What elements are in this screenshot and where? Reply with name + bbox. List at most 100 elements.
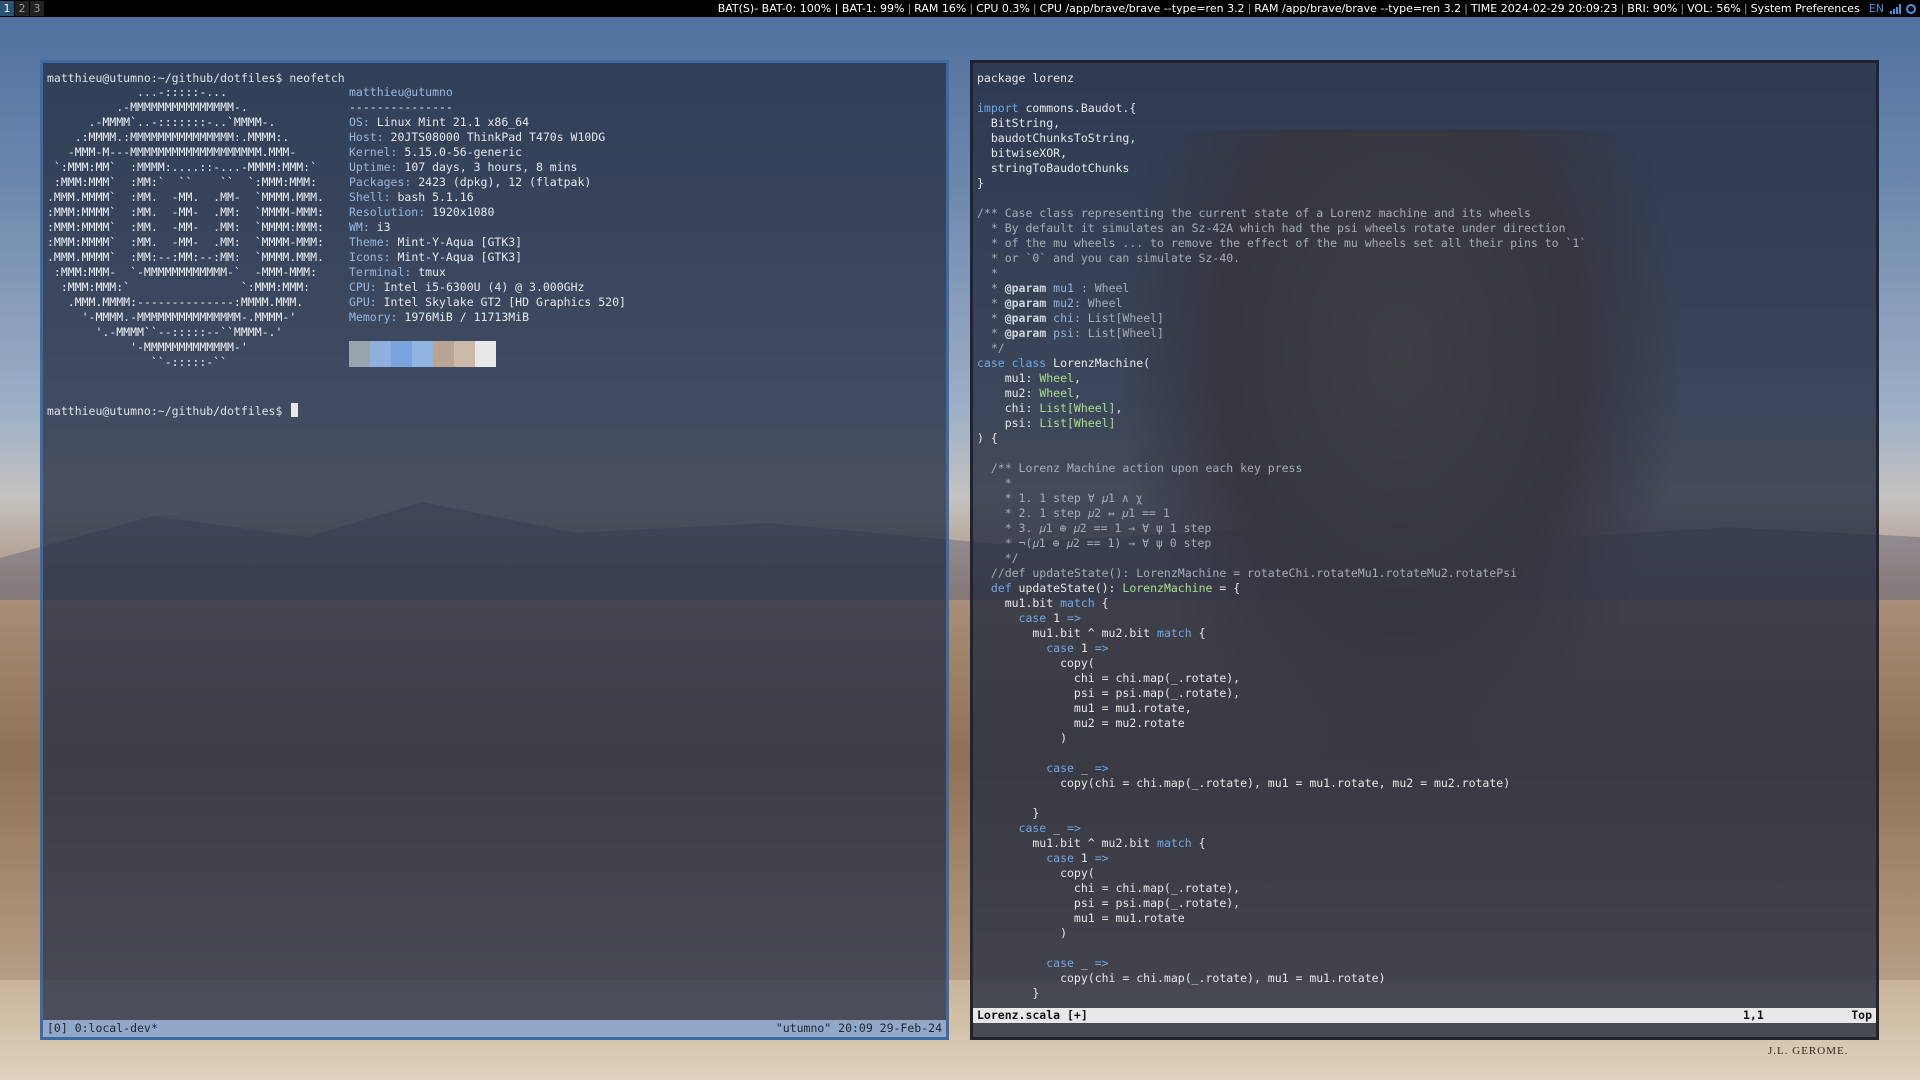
audio-icon[interactable] [1906, 4, 1916, 14]
code-token: mu1 = mu1.rotate [977, 911, 1185, 925]
code-token: mu1: [977, 371, 1040, 385]
color-palette-blocks [349, 341, 496, 367]
ascii-line: :MMM:MMMM` :MM. -MM- .MM: `MMMM-MMM: [47, 205, 324, 219]
code-line: psi = psi.map(_.rotate), [977, 686, 1586, 701]
code-line: BitString, [977, 116, 1586, 131]
keyboard-layout[interactable]: EN [1869, 2, 1884, 15]
code-line: /** Case class representing the current … [977, 206, 1586, 221]
code-token: ) { [977, 431, 998, 445]
status-blocks: BAT(S)- BAT-0: 100% | BAT-1: 99% | RAM 16%… [717, 0, 1916, 17]
code-token: package lorenz [977, 71, 1074, 85]
status-item: BAT(S)- BAT-0: 100% | BAT-1: 99% [717, 2, 905, 15]
code-token: psi: [977, 416, 1040, 430]
code-line: * or `0` and you can simulate Sz-40. [977, 251, 1586, 266]
info-key: Icons: [349, 250, 391, 264]
code-token: * ¬(𝜇1 ⊕ 𝜇2 == 1) → ∀ ψ 0 step [977, 536, 1212, 550]
status-item[interactable]: System Preferences [1750, 0, 1861, 17]
palette-swatch [370, 341, 391, 367]
code-token: @param [1004, 326, 1047, 340]
info-key: GPU: [349, 295, 377, 309]
tmux-session-window[interactable]: [0] 0:local-dev* [47, 1020, 158, 1037]
code-token: updateState(): [1011, 581, 1123, 595]
workspace-3[interactable]: 3 [30, 1, 44, 16]
terminal-window[interactable]: matthieu@utumno:~/github/dotfiles$ neofe… [40, 60, 949, 1040]
signal-bars-icon[interactable] [1890, 4, 1902, 14]
palette-swatch [349, 341, 370, 367]
code-token: , [1115, 401, 1123, 415]
code-line: chi = chi.map(_.rotate), [977, 881, 1586, 896]
code-line: case 1 => [977, 611, 1586, 626]
tmux-status-bar: [0] 0:local-dev* "utumno" 20:09 29-Feb-2… [43, 1020, 946, 1037]
vim-editor-window[interactable]: package lorenz import commons.Baudot.{ B… [970, 60, 1879, 1040]
status-item: RAM 16% [914, 2, 967, 15]
ascii-line: .MMM.MMMM` :MM. -MM. .MM- `MMMM.MMM. [47, 190, 324, 204]
code-token: : List[Wheel] [1073, 311, 1164, 325]
code-line: } [977, 806, 1586, 821]
code-token: * 2. 1 step 𝜇2 ↔ 𝜇1 == 1 [977, 506, 1170, 520]
code-token: = { [1212, 581, 1241, 595]
ascii-line: '-MMMMMMMMMMMMM-' [47, 340, 248, 354]
code-token: _ [1046, 821, 1068, 835]
code-token: * or `0` and you can simulate Sz-40. [977, 251, 1241, 265]
code-line: * @param psi: List[Wheel] [977, 326, 1586, 341]
code-line: ) [977, 731, 1586, 746]
workspace-2[interactable]: 2 [15, 1, 29, 16]
code-line: * 3. 𝜇1 ⊕ 𝜇2 == 1 → ∀ ψ 1 step [977, 521, 1586, 536]
terminal-cursor [291, 403, 299, 417]
code-line: * [977, 476, 1586, 491]
code-token: psi [1046, 326, 1074, 340]
code-line: * @param mu2: Wheel [977, 296, 1586, 311]
code-token: } [977, 176, 984, 190]
code-line: * of the mu wheels ... to remove the eff… [977, 236, 1586, 251]
code-line: } [977, 176, 1586, 191]
code-token: * [977, 476, 1012, 490]
code-token: def [977, 581, 1012, 595]
code-token: mu2: [977, 386, 1040, 400]
code-token: mu2 = mu2.rotate [977, 716, 1185, 730]
code-token: 1 [1073, 641, 1095, 655]
code-line: case class LorenzMachine( [977, 356, 1586, 371]
palette-swatch [412, 341, 433, 367]
workspace-1[interactable]: 1 [0, 1, 14, 16]
code-token: mu1 = mu1.rotate, [977, 701, 1192, 715]
code-token: case [977, 956, 1074, 970]
code-token: import [977, 101, 1019, 115]
code-line: */ [977, 341, 1586, 356]
palette-swatch [454, 341, 475, 367]
code-line: baudotChunksToString, [977, 131, 1586, 146]
ascii-line: '.-MMMM``--:::::--``MMMM-.' [47, 325, 283, 339]
code-line: mu2 = mu2.rotate [977, 716, 1586, 731]
code-line: * 1. 1 step ∀ 𝜇1 ∧ χ [977, 491, 1586, 506]
vim-cursor-position: 1,1 [1743, 1008, 1764, 1022]
code-line: } [977, 986, 1586, 1001]
code-line: mu2: Wheel, [977, 386, 1586, 401]
code-line: psi: List[Wheel] [977, 416, 1586, 431]
code-buffer[interactable]: package lorenz import commons.Baudot.{ B… [977, 71, 1586, 1001]
status-separator: | [1680, 2, 1685, 15]
shell-prompt[interactable]: matthieu@utumno:~/github/dotfiles$ [47, 403, 299, 419]
i3-status-bar: 123 BAT(S)- BAT-0: 100% | BAT-1: 99% | RAM… [0, 0, 1920, 17]
code-line: * ¬(𝜇1 ⊕ 𝜇2 == 1) → ∀ ψ 0 step [977, 536, 1586, 551]
code-token: bitwiseXOR, [977, 146, 1068, 160]
code-token: List[Wheel] [1039, 416, 1116, 430]
code-token: match [1157, 626, 1192, 640]
code-token: mu2 [1046, 296, 1074, 310]
neofetch-info-row: WM: i3 [349, 220, 626, 235]
code-line: import commons.Baudot.{ [977, 101, 1586, 116]
status-item: RAM /app/brave/brave --type=ren 3.2 [1254, 2, 1462, 15]
status-separator: | [969, 2, 974, 15]
neofetch-prompt: matthieu@utumno:~/github/dotfiles$ neofe… [47, 71, 345, 85]
ascii-line: .MMM.MMMM:--------------:MMMM.MMM. [47, 295, 304, 309]
status-item: CPU /app/brave/brave --type=ren 3.2 [1039, 2, 1245, 15]
info-key: Terminal: [349, 265, 412, 279]
code-line: mu1.bit match { [977, 596, 1586, 611]
code-token: commons.Baudot.{ [1018, 101, 1137, 115]
info-value: i3 [369, 220, 391, 234]
code-line: mu1 = mu1.rotate, [977, 701, 1586, 716]
neofetch-info-row: Memory: 1976MiB / 11713MiB [349, 310, 626, 325]
neofetch-system-info: matthieu@utumno --------------- OS: Linux … [349, 85, 626, 325]
code-line: * @param chi: List[Wheel] [977, 311, 1586, 326]
